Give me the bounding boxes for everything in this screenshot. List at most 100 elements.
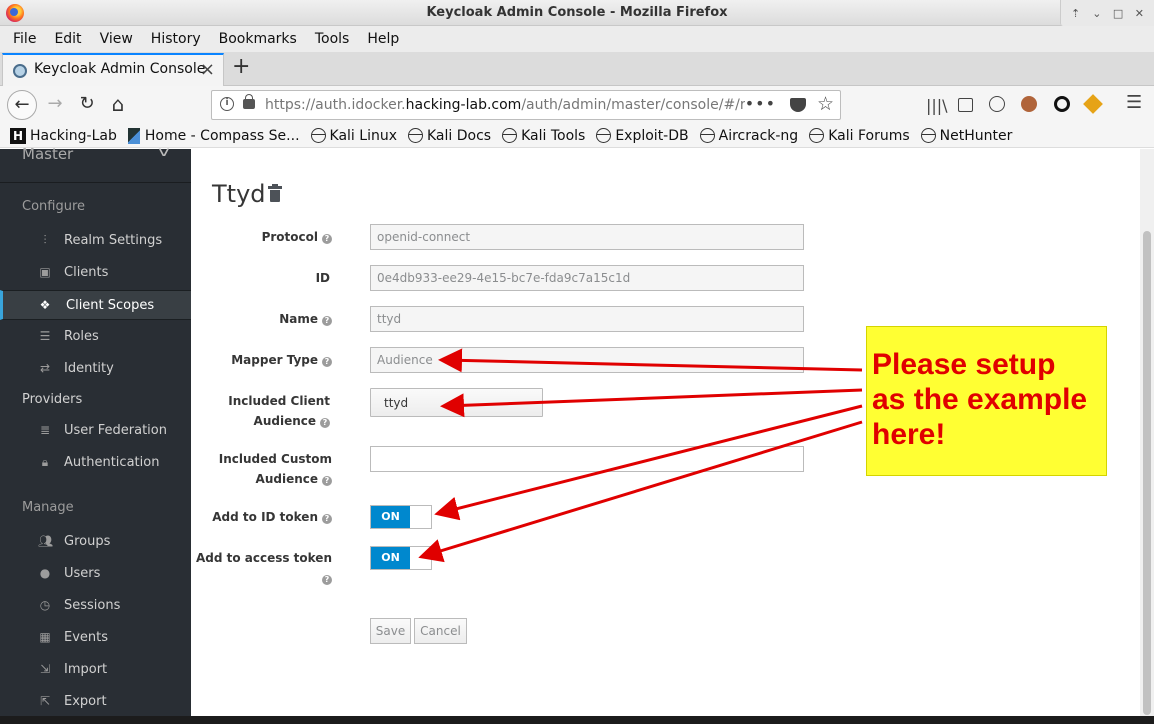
clock-icon: ◷	[39, 598, 51, 612]
trash-icon[interactable]	[268, 184, 282, 202]
sidebar-item-groups[interactable]: 👥︎ Groups	[0, 527, 191, 557]
help-icon[interactable]: ?	[322, 476, 332, 486]
url-bar[interactable]: i https://auth.idocker.hacking-lab.com/a…	[211, 90, 841, 120]
bookmark-compass[interactable]: Home - Compass Se...	[127, 127, 300, 144]
chevron-down-icon[interactable]: v	[158, 145, 170, 160]
library-icon[interactable]: |||\	[926, 96, 948, 115]
scrollbar-thumb[interactable]	[1143, 231, 1151, 715]
reload-icon[interactable]: ↻	[73, 91, 101, 119]
sidebar-item-identity-providers[interactable]: ⇄ Identity	[0, 354, 191, 384]
globe-icon	[809, 128, 825, 143]
bookmark-kali-docs[interactable]: Kali Docs	[408, 128, 491, 144]
bookmark-kali-tools[interactable]: Kali Tools	[502, 128, 585, 144]
menu-view[interactable]: View	[91, 31, 142, 47]
sidebar-item-import[interactable]: ⇲ Import	[0, 655, 191, 685]
realm-selector[interactable]: Master	[22, 145, 73, 163]
sidebar-toggle-icon[interactable]	[958, 98, 973, 112]
menu-tools[interactable]: Tools	[306, 31, 359, 47]
pocket-icon[interactable]	[790, 98, 806, 112]
add-to-access-token-toggle[interactable]: ON	[370, 546, 432, 570]
included-custom-audience-input[interactable]	[370, 446, 804, 472]
help-icon[interactable]: ?	[322, 575, 332, 585]
import-icon: ⇲	[39, 662, 51, 676]
help-icon[interactable]: ?	[322, 316, 332, 326]
globe-icon	[699, 128, 715, 143]
help-icon[interactable]: ?	[322, 357, 332, 367]
user-icon: ●	[39, 566, 51, 580]
included-client-audience-select[interactable]: ttyd	[370, 388, 543, 417]
sidebar-item-realm-settings[interactable]: ⫶ Realm Settings	[0, 226, 191, 256]
hacking-lab-icon: H	[10, 127, 26, 144]
hamburger-menu-icon[interactable]: ☰	[1126, 92, 1142, 113]
new-tab-icon[interactable]: +	[232, 54, 250, 79]
bookmark-kali-forums[interactable]: Kali Forums	[809, 128, 910, 144]
menu-bookmarks[interactable]: Bookmarks	[210, 31, 306, 47]
mapper-type-field: Audience	[370, 347, 804, 373]
users-icon: 👥︎	[38, 534, 54, 548]
window-close-icon[interactable]: ✕	[1130, 7, 1148, 20]
sidebar-item-client-scopes[interactable]: ❖ Client Scopes	[0, 290, 191, 320]
lock-icon: 🔒︎	[41, 455, 49, 469]
bookmarks-toolbar: H Hacking-Lab Home - Compass Se... Kali L…	[0, 124, 1154, 148]
list-icon: ☰	[39, 329, 51, 343]
menu-file[interactable]: File	[4, 31, 45, 47]
tab-bar: Keycloak Admin Console × +	[0, 52, 1154, 86]
extension-palette-icon[interactable]	[989, 96, 1005, 112]
broom-extension-icon[interactable]	[1083, 94, 1103, 114]
database-icon: ≣	[39, 423, 51, 437]
window-title-bar: Keycloak Admin Console - Mozilla Firefox…	[0, 0, 1154, 26]
included-client-audience-label: Included Client Audience?	[228, 394, 330, 428]
id-label: ID	[315, 271, 330, 285]
url-text[interactable]: https://auth.idocker.hacking-lab.com/aut…	[265, 97, 745, 113]
bookmark-aircrack-ng[interactable]: Aircrack-ng	[699, 128, 798, 144]
globe-icon	[920, 128, 936, 143]
bookmark-star-icon[interactable]: ☆	[817, 93, 834, 115]
window-pin-icon[interactable]: ⇡	[1067, 7, 1085, 20]
sidebar-item-events[interactable]: ▦ Events	[0, 623, 191, 653]
add-to-id-token-toggle[interactable]: ON	[370, 505, 432, 529]
cancel-button[interactable]: Cancel	[414, 618, 467, 644]
home-icon[interactable]: ⌂	[104, 91, 132, 119]
page-actions-icon[interactable]: •••	[745, 94, 776, 113]
page-scrollbar[interactable]	[1140, 149, 1154, 724]
menu-help[interactable]: Help	[358, 31, 408, 47]
add-to-id-token-label: Add to ID token?	[212, 507, 332, 527]
sidebar-item-export[interactable]: ⇱ Export	[0, 687, 191, 717]
sidebar-item-identity-providers-wrap[interactable]: Providers	[22, 392, 82, 407]
sidebar-item-sessions[interactable]: ◷ Sessions	[0, 591, 191, 621]
bookmark-nethunter[interactable]: NetHunter	[920, 128, 1012, 144]
sidebar-divider	[0, 182, 191, 183]
tab-close-icon[interactable]: ×	[200, 59, 215, 80]
admin-sidebar: Master v Configure ⫶ Realm Settings ▣ Cl…	[0, 145, 191, 724]
window-maximize-icon[interactable]: □	[1109, 7, 1127, 20]
menu-bar: File Edit View History Bookmarks Tools H…	[0, 26, 1154, 52]
annotation-note: Please setup as the example here!	[866, 326, 1107, 476]
bookmark-exploit-db[interactable]: Exploit-DB	[596, 128, 689, 144]
name-field: ttyd	[370, 306, 804, 332]
tab-keycloak-admin[interactable]: Keycloak Admin Console ×	[2, 53, 224, 86]
sidebar-item-users[interactable]: ● Users	[0, 559, 191, 589]
sliders-icon: ⫶	[43, 233, 47, 247]
circle-extension-icon[interactable]	[1054, 96, 1070, 112]
sidebar-item-roles[interactable]: ☰ Roles	[0, 322, 191, 352]
sidebar-item-clients[interactable]: ▣ Clients	[0, 258, 191, 288]
cookie-extension-icon[interactable]	[1021, 96, 1037, 112]
window-title: Keycloak Admin Console - Mozilla Firefox	[426, 5, 728, 20]
site-info-icon[interactable]: i	[220, 97, 234, 111]
bookmark-kali-linux[interactable]: Kali Linux	[310, 128, 397, 144]
help-icon[interactable]: ?	[320, 418, 330, 428]
help-icon[interactable]: ?	[322, 234, 332, 244]
back-icon[interactable]: ←	[7, 90, 37, 120]
menu-history[interactable]: History	[142, 31, 210, 47]
forward-icon[interactable]: →	[41, 91, 69, 119]
sidebar-item-authentication[interactable]: 🔒︎ Authentication	[0, 448, 191, 478]
help-icon[interactable]: ?	[322, 514, 332, 524]
menu-edit[interactable]: Edit	[45, 31, 90, 47]
cubes-icon: ❖	[39, 298, 51, 312]
save-button[interactable]: Save	[370, 618, 411, 644]
keycloak-favicon-icon	[13, 64, 27, 78]
sidebar-item-user-federation[interactable]: ≣ User Federation	[0, 416, 191, 446]
window-minimize-icon[interactable]: ⌄	[1088, 7, 1106, 20]
bookmark-hacking-lab[interactable]: H Hacking-Lab	[10, 127, 117, 144]
compass-icon	[127, 127, 140, 144]
